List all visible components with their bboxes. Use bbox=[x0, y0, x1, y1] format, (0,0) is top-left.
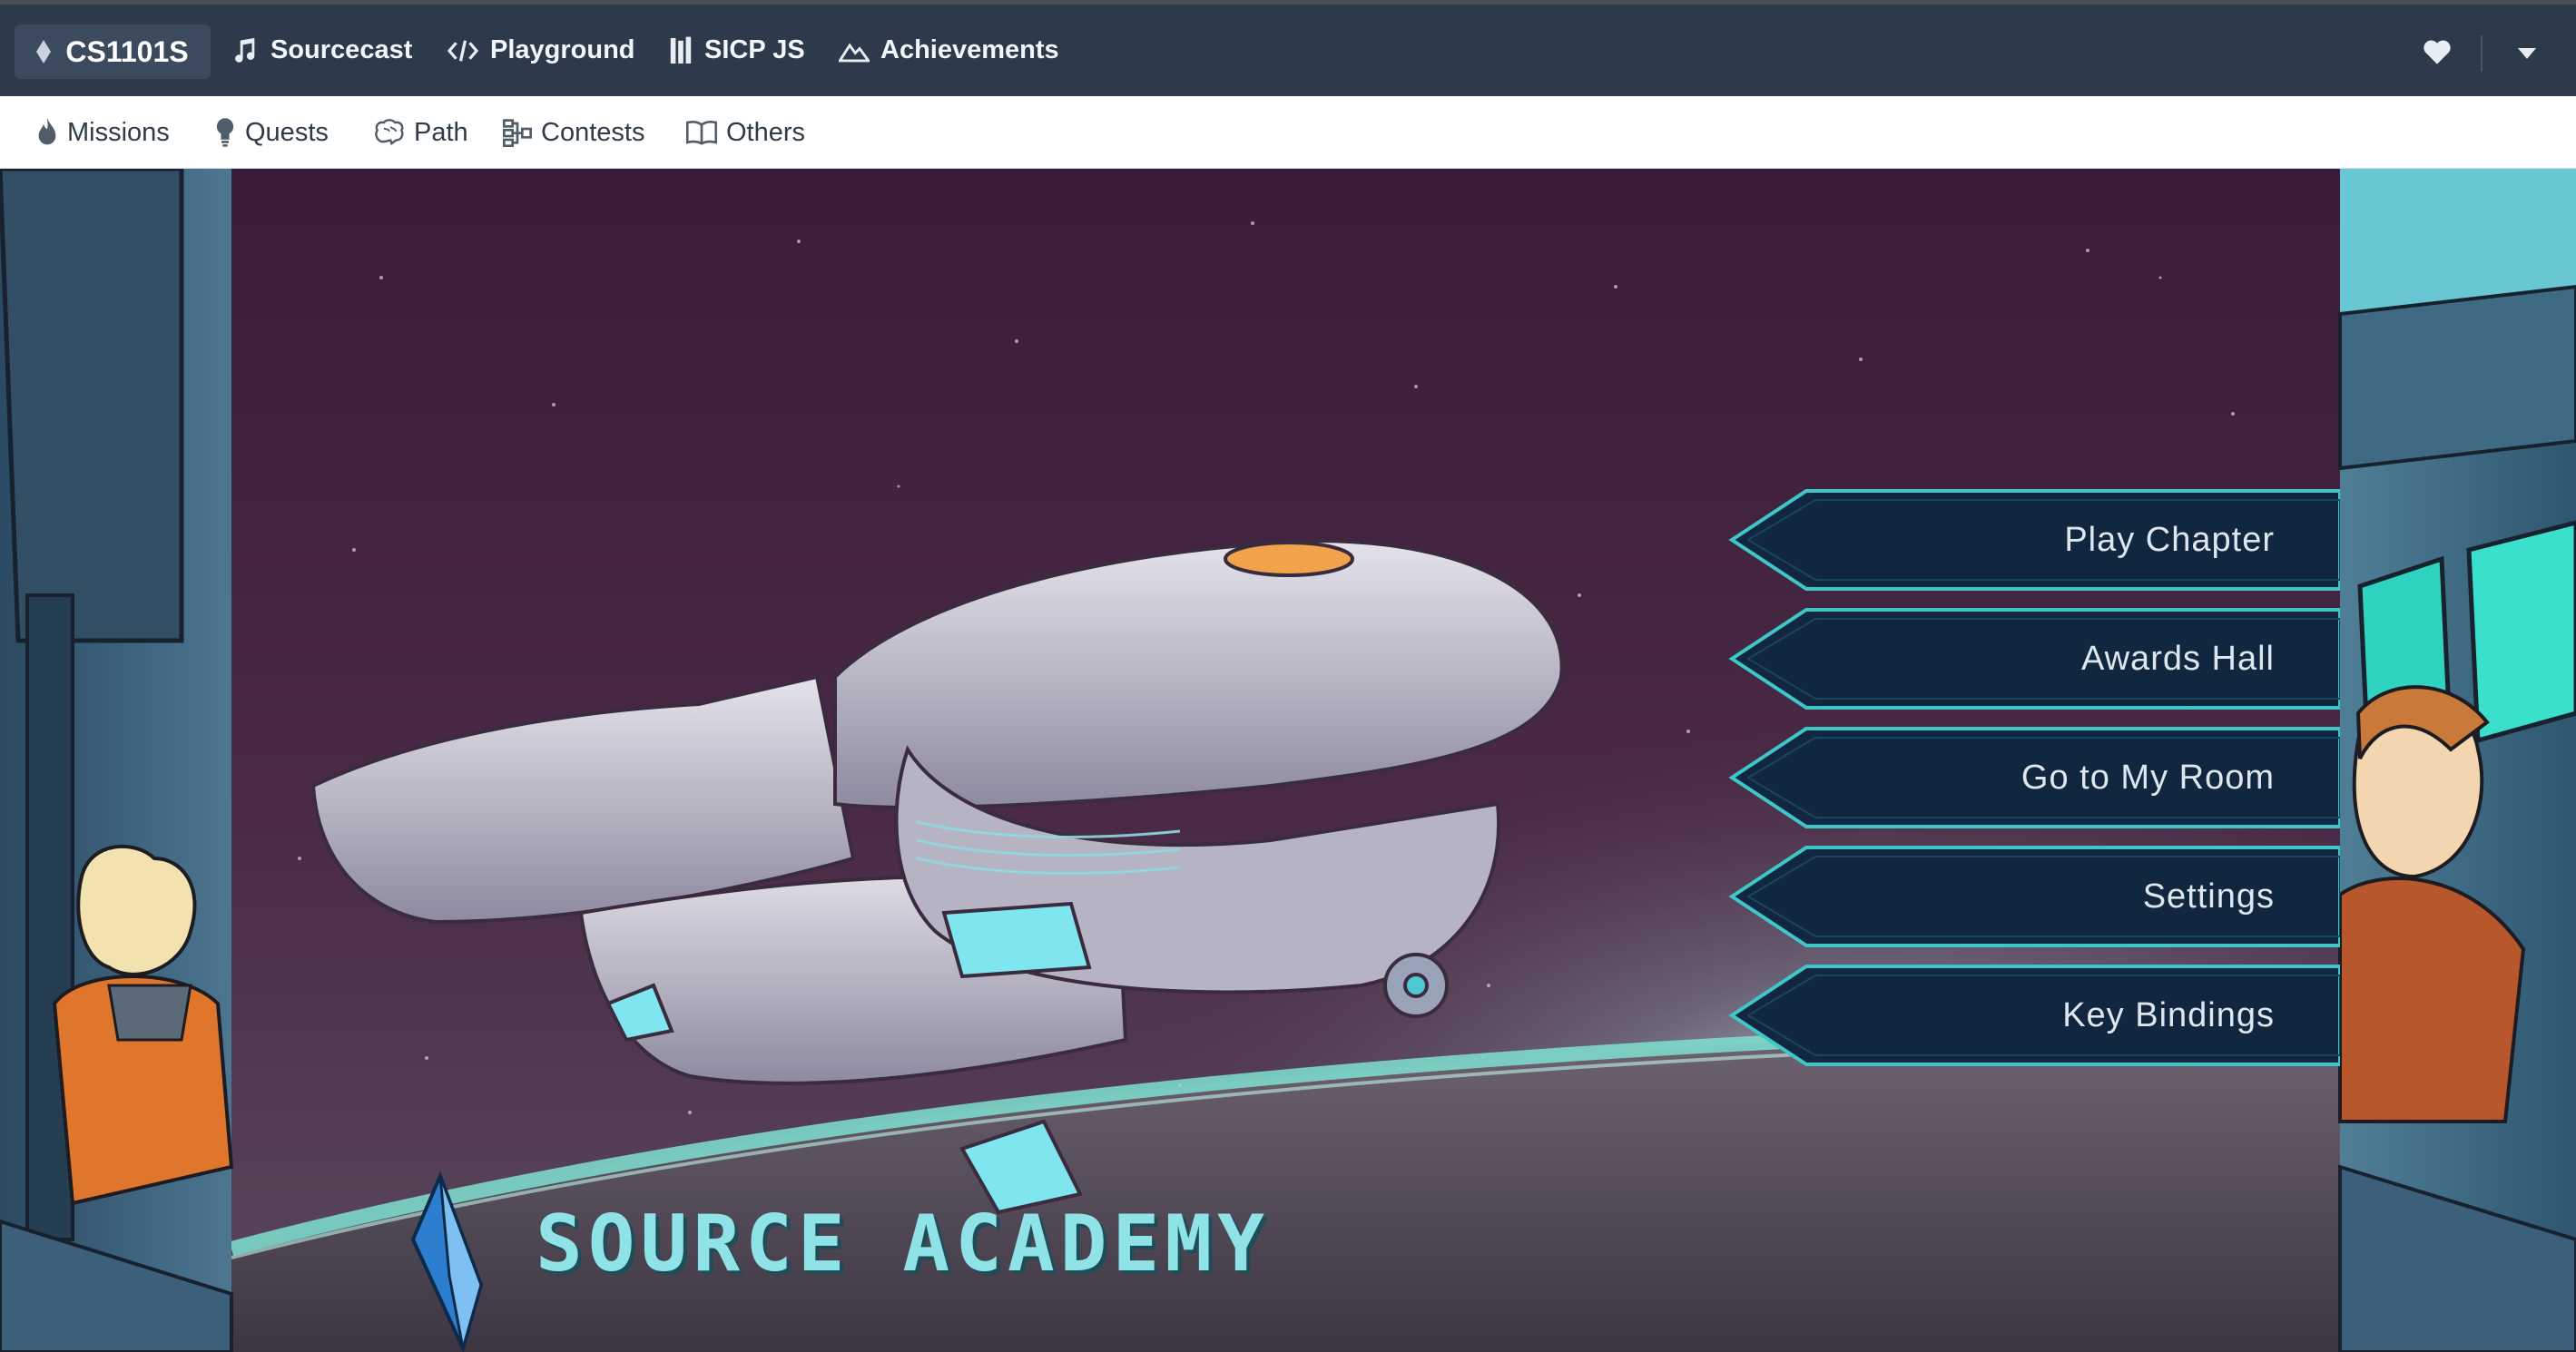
menu-label: Go to My Room bbox=[2020, 759, 2275, 797]
subnav-missions[interactable]: Missions bbox=[36, 96, 170, 169]
open-book-icon bbox=[686, 121, 717, 145]
heart-icon[interactable] bbox=[2422, 38, 2453, 65]
sub-navbar: Missions Quests Path Contests Others bbox=[0, 96, 2576, 169]
source-academy-logo-text: SOURCE ACADEMY bbox=[536, 1199, 1270, 1289]
contest-icon bbox=[503, 119, 532, 147]
diamond-icon bbox=[36, 40, 52, 64]
menu-label: Key Bindings bbox=[2062, 996, 2275, 1034]
nav-sourcecast[interactable]: Sourcecast bbox=[229, 5, 412, 96]
mountain-icon bbox=[839, 42, 870, 62]
subnav-missions-label: Missions bbox=[67, 117, 170, 147]
lightbulb-icon bbox=[216, 118, 234, 147]
top-navbar: CS1101S Sourcecast Playground SICP JS Ac… bbox=[0, 0, 2576, 96]
game-canvas[interactable]: SOURCE ACADEMY Play Chapter Awards Hall … bbox=[0, 169, 2576, 1352]
nav-sourcecast-label: Sourcecast bbox=[270, 35, 413, 64]
subnav-contests-label: Contests bbox=[541, 117, 645, 147]
subnav-others[interactable]: Others bbox=[686, 96, 805, 169]
flame-icon bbox=[38, 118, 56, 145]
caret-down-icon[interactable] bbox=[2518, 48, 2536, 59]
menu-button-go-to-my-room[interactable]: Go to My Room bbox=[1725, 727, 2340, 828]
subnav-quests[interactable]: Quests bbox=[214, 96, 329, 169]
menu-button-key-bindings[interactable]: Key Bindings bbox=[1725, 965, 2340, 1066]
menu-button-play-chapter[interactable]: Play Chapter bbox=[1725, 489, 2340, 591]
nav-sicp-js-label: SICP JS bbox=[704, 35, 805, 64]
menu-button-awards-hall[interactable]: Awards Hall bbox=[1725, 608, 2340, 710]
subnav-path-label: Path bbox=[414, 117, 468, 147]
music-icon bbox=[235, 37, 255, 63]
code-icon bbox=[447, 39, 479, 62]
subnav-path[interactable]: Path bbox=[374, 96, 468, 169]
menu-label: Play Chapter bbox=[2064, 521, 2275, 559]
nav-sicp-js[interactable]: SICP JS bbox=[668, 5, 805, 96]
book-stack-icon bbox=[670, 36, 692, 64]
course-label: CS1101S bbox=[65, 34, 189, 68]
nav-achievements-label: Achievements bbox=[880, 35, 1059, 64]
subnav-others-label: Others bbox=[726, 117, 806, 147]
nav-playground-label: Playground bbox=[490, 35, 635, 64]
menu-label: Awards Hall bbox=[2080, 640, 2275, 678]
nav-achievements[interactable]: Achievements bbox=[839, 5, 1059, 96]
subnav-contests[interactable]: Contests bbox=[503, 96, 644, 169]
subnav-quests-label: Quests bbox=[245, 117, 329, 147]
topbar-divider bbox=[2481, 35, 2483, 72]
course-selector[interactable]: CS1101S bbox=[15, 24, 211, 79]
menu-button-settings[interactable]: Settings bbox=[1725, 846, 2340, 947]
nav-playground[interactable]: Playground bbox=[447, 5, 635, 96]
brain-icon bbox=[375, 119, 404, 146]
menu-label: Settings bbox=[2142, 877, 2275, 916]
